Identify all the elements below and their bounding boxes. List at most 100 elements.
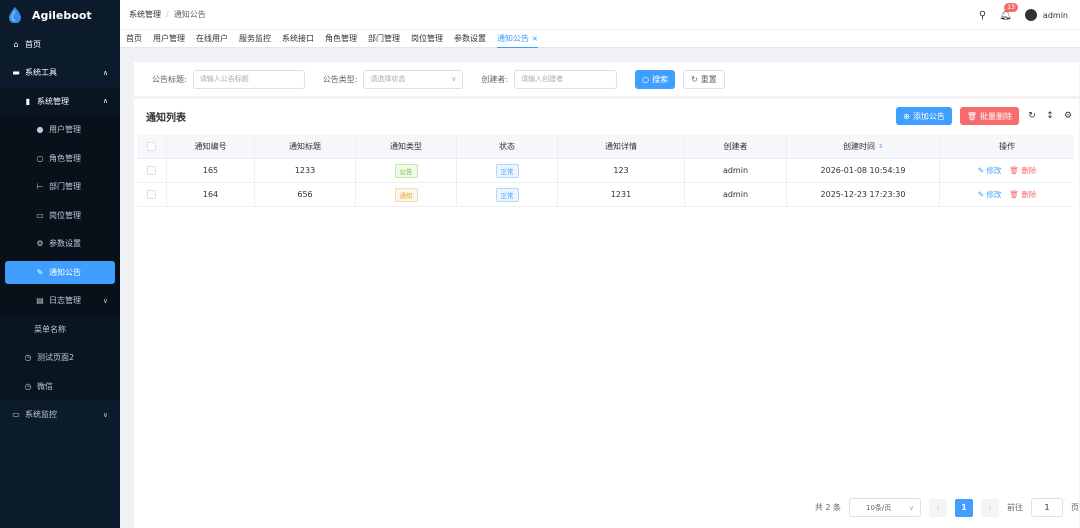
table-title: 通知列表: [146, 113, 186, 124]
delete-button[interactable]: 🗑︎ 删除: [1009, 165, 1036, 176]
select-all-checkbox[interactable]: [147, 142, 156, 151]
chevron-up-icon: ∧: [102, 97, 108, 106]
add-notice-button[interactable]: ⊕ 添加公告: [896, 107, 952, 125]
sidebar-item-label: 菜单名称: [34, 324, 66, 334]
cell-actions: ✎ 修改 🗑︎ 删除: [940, 159, 1074, 182]
trash-icon: 🗑︎: [966, 111, 977, 121]
tab-home[interactable]: 首页: [126, 30, 142, 48]
sidebar-item-label: 微信: [37, 381, 53, 391]
batch-delete-button[interactable]: 🗑︎ 批量删除: [959, 107, 1019, 125]
sidebar-item-user-manage[interactable]: ● 用户管理: [0, 115, 120, 144]
cell-type: 公告: [356, 159, 457, 182]
row-checkbox[interactable]: [147, 166, 156, 175]
sidebar-item-home[interactable]: ⌂ 首页: [0, 30, 120, 59]
tab-dept-manage[interactable]: 部门管理: [368, 30, 400, 48]
notice-title-input[interactable]: 请输入公告标题: [192, 69, 305, 89]
sidebar-item-dept-manage[interactable]: ⊢ 部门管理: [0, 172, 120, 201]
goto-page-input[interactable]: 1: [1031, 498, 1063, 517]
tab-post-manage[interactable]: 岗位管理: [411, 30, 443, 48]
cell-status: 正常: [457, 159, 558, 182]
cell-creator: admin: [685, 183, 787, 206]
bell-icon[interactable]: 🔔︎ 13: [999, 2, 1018, 21]
notice-type-select[interactable]: 请选择状态 ∨: [363, 69, 464, 89]
table-header: 通知编号 通知标题 通知类型 状态 通知详情 创建者 创建时间 ⇕ 操作: [137, 135, 1074, 159]
pagination: 共 2 条 10条/页 ∨ ‹ 1 › 前往 1 页: [815, 498, 1079, 517]
post-icon: ▭: [36, 210, 44, 220]
notification-badge: 13: [1004, 2, 1018, 12]
sort-icon[interactable]: ⇕: [878, 143, 883, 150]
refresh-icon[interactable]: ↻: [1027, 111, 1037, 121]
sidebar-item-label: 通知公告: [49, 267, 81, 277]
table-card: 通知列表 ⊕ 添加公告 🗑︎ 批量删除 ↻ ↕ ⚙ 通知编号 通知标题 通知类型 状…: [134, 99, 1079, 528]
edit-icon: ✎: [977, 166, 984, 175]
creator-input[interactable]: 请输入创建者: [514, 69, 618, 89]
edit-icon: ✎: [977, 190, 984, 199]
sidebar-item-param-settings[interactable]: ⚙ 参数设置: [0, 229, 120, 258]
sidebar-item-label: 用户管理: [49, 125, 81, 135]
trash-icon: 🗑︎: [1009, 190, 1019, 199]
cell-creator: admin: [685, 159, 787, 182]
creator-label: 创建者:: [481, 74, 509, 84]
row-select-cell: [137, 159, 167, 182]
goto-label: 前往: [1007, 503, 1023, 512]
avatar: [1024, 9, 1037, 21]
sidebar-item-notice[interactable]: ✎ 通知公告: [5, 260, 115, 284]
tags-view: 首页 用户管理 在线用户 服务监控 系统接口 角色管理 部门管理 岗位管理 参数…: [120, 30, 1080, 48]
table-row: 164 656 通知 正常 1231 admin 2025-12-23 17:2…: [137, 183, 1074, 207]
tab-role-manage[interactable]: 角色管理: [325, 30, 357, 48]
cell-actions: ✎ 修改 🗑︎ 删除: [940, 183, 1074, 206]
chevron-down-icon: ∨: [102, 410, 108, 419]
tab-server-monitor[interactable]: 服务监控: [239, 30, 271, 48]
user-menu[interactable]: admin: [1024, 9, 1068, 21]
sidebar-item-test-page[interactable]: ◷ 测试页面2: [0, 343, 120, 372]
column-height-icon[interactable]: ↕: [1045, 111, 1055, 121]
next-page-button[interactable]: ›: [981, 498, 999, 517]
goto-page-value: 1: [1044, 503, 1050, 512]
sidebar-item-role-manage[interactable]: ○ 角色管理: [0, 144, 120, 173]
sidebar-item-label: 角色管理: [49, 153, 81, 163]
tab-param-settings[interactable]: 参数设置: [454, 30, 486, 48]
breadcrumb-item[interactable]: 系统管理: [129, 10, 161, 19]
search-button[interactable]: ○ 搜索: [635, 69, 676, 89]
sidebar-item-log-manage[interactable]: ▤ 日志管理 ∨: [0, 286, 120, 315]
cell-detail: 1231: [558, 183, 685, 206]
search-icon[interactable]: ⚲: [979, 10, 986, 21]
sidebar-item-system-manage[interactable]: ▮ 系统管理 ∧: [0, 87, 120, 116]
type-tag: 通知: [394, 187, 418, 202]
creator-placeholder: 请输入创建者: [521, 75, 564, 83]
notice-title-placeholder: 请输入公告标题: [199, 75, 249, 83]
sidebar-item-system-monitor[interactable]: ▭ 系统监控 ∨: [0, 401, 120, 430]
column-header-label: 创建时间: [842, 142, 875, 151]
cell-status: 正常: [457, 183, 558, 206]
edit-label: 修改: [986, 190, 1002, 199]
tab-system-api[interactable]: 系统接口: [282, 30, 314, 48]
tab-online-users[interactable]: 在线用户: [196, 30, 228, 48]
edit-button[interactable]: ✎ 修改: [978, 189, 1002, 200]
tab-user-manage[interactable]: 用户管理: [153, 30, 185, 48]
prev-page-button[interactable]: ‹: [929, 498, 947, 517]
reset-button[interactable]: ↻ 重置: [683, 69, 725, 89]
sidebar-active-wrap: ✎ 通知公告: [0, 258, 120, 287]
gear-icon[interactable]: ⚙: [1063, 111, 1073, 121]
tab-notice[interactable]: 通知公告 ×: [497, 30, 539, 48]
search-icon: ○: [642, 74, 650, 84]
page-size-select[interactable]: 10条/页 ∨: [849, 498, 921, 517]
edit-button[interactable]: ✎ 修改: [978, 165, 1002, 176]
sidebar-item-post-manage[interactable]: ▭ 岗位管理: [0, 201, 120, 230]
sidebar-item-menu-name[interactable]: 菜单名称: [0, 315, 120, 344]
sidebar-item-system-tools[interactable]: ▬ 系统工具 ∧: [0, 59, 120, 88]
page-number-current[interactable]: 1: [955, 498, 973, 517]
edit-label: 修改: [986, 166, 1002, 175]
sidebar-item-wechat[interactable]: ◷ 微信: [0, 372, 120, 401]
chevron-up-icon: ∧: [102, 68, 108, 77]
sidebar-item-label: 日志管理: [49, 296, 81, 306]
row-checkbox[interactable]: [147, 190, 156, 199]
notice-title-label: 公告标题:: [152, 74, 187, 84]
cell-title: 656: [255, 183, 356, 206]
logo: Agileboot: [0, 0, 120, 30]
delete-button[interactable]: 🗑︎ 删除: [1009, 189, 1036, 200]
document-icon: ▤: [36, 296, 44, 306]
sidebar-item-label: 首页: [25, 39, 41, 49]
column-header-sortable[interactable]: 创建时间 ⇕: [787, 135, 940, 158]
sidebar: Agileboot ⌂ 首页 ▬ 系统工具 ∧ ▮ 系统管理 ∧ ● 用户管理 ○ 角色管理 …: [0, 0, 120, 528]
